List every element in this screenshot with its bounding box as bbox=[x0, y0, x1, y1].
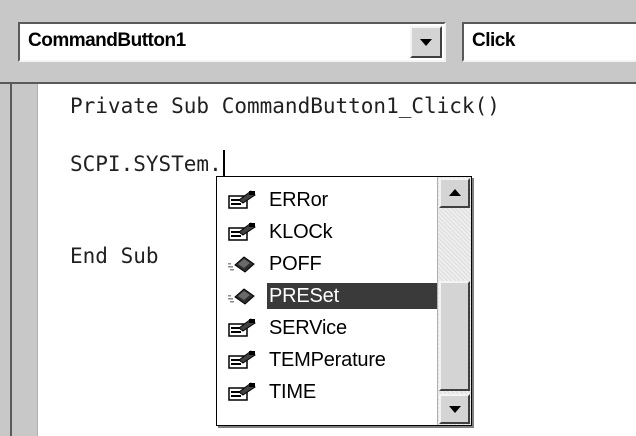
procedure-combo-value: Click bbox=[472, 30, 515, 51]
code-window: CommandButton1 Click Private Sub Command… bbox=[0, 0, 636, 436]
chevron-down-icon bbox=[420, 39, 432, 46]
member-list-item[interactable]: KLOCk bbox=[223, 217, 437, 247]
member-list-item[interactable]: PRESet bbox=[223, 281, 440, 311]
procedure-combo[interactable]: Click bbox=[462, 22, 636, 62]
member-list-items: ERRor KLOCk POFF PRESet SERVice TEMPerature TI… bbox=[217, 177, 440, 425]
member-list-item-label: TIME bbox=[269, 381, 316, 403]
scroll-down-button[interactable] bbox=[439, 394, 470, 424]
property-icon bbox=[227, 382, 257, 402]
member-list-item[interactable]: POFF bbox=[223, 249, 437, 279]
code-line-current[interactable]: SCPI.SYSTem. bbox=[70, 150, 225, 176]
text-caret bbox=[222, 150, 225, 176]
member-list-item-label: ERRor bbox=[269, 189, 329, 211]
member-list-scrollbar[interactable] bbox=[437, 177, 471, 425]
method-icon bbox=[227, 286, 257, 306]
combo-toolbar: CommandButton1 Click bbox=[0, 0, 636, 84]
code-line-sub-declaration[interactable]: Private Sub CommandButton1_Click() bbox=[70, 94, 500, 118]
member-list-item-label: POFF bbox=[269, 253, 322, 275]
code-line-current-text: SCPI.SYSTem. bbox=[70, 152, 222, 176]
member-list-item-label: PRESet bbox=[266, 282, 440, 310]
chevron-up-icon bbox=[448, 189, 461, 196]
member-list-item[interactable]: SERVice bbox=[223, 313, 437, 343]
member-list-item-label: KLOCk bbox=[269, 221, 333, 243]
editor-margin[interactable] bbox=[12, 84, 38, 436]
code-line-end-sub[interactable]: End Sub bbox=[70, 244, 159, 268]
scroll-up-button[interactable] bbox=[439, 178, 470, 208]
object-combo-dropdown-button[interactable] bbox=[410, 26, 442, 58]
member-list-item[interactable]: ERRor bbox=[223, 185, 437, 215]
member-list-item-label: SERVice bbox=[269, 317, 347, 339]
chevron-down-icon bbox=[448, 406, 461, 413]
member-list-item[interactable]: TEMPerature bbox=[223, 345, 437, 375]
scroll-thumb[interactable] bbox=[439, 281, 470, 391]
member-list-item-label: TEMPerature bbox=[269, 349, 386, 371]
member-list-item[interactable]: TIME bbox=[223, 377, 437, 407]
object-combo-value: CommandButton1 bbox=[28, 30, 186, 51]
property-icon bbox=[227, 350, 257, 370]
property-icon bbox=[227, 190, 257, 210]
property-icon bbox=[227, 318, 257, 338]
property-icon bbox=[227, 222, 257, 242]
method-icon bbox=[227, 254, 257, 274]
member-autocomplete-list[interactable]: ERRor KLOCk POFF PRESet SERVice TEMPerature TI… bbox=[216, 176, 472, 426]
object-combo[interactable]: CommandButton1 bbox=[18, 22, 446, 62]
